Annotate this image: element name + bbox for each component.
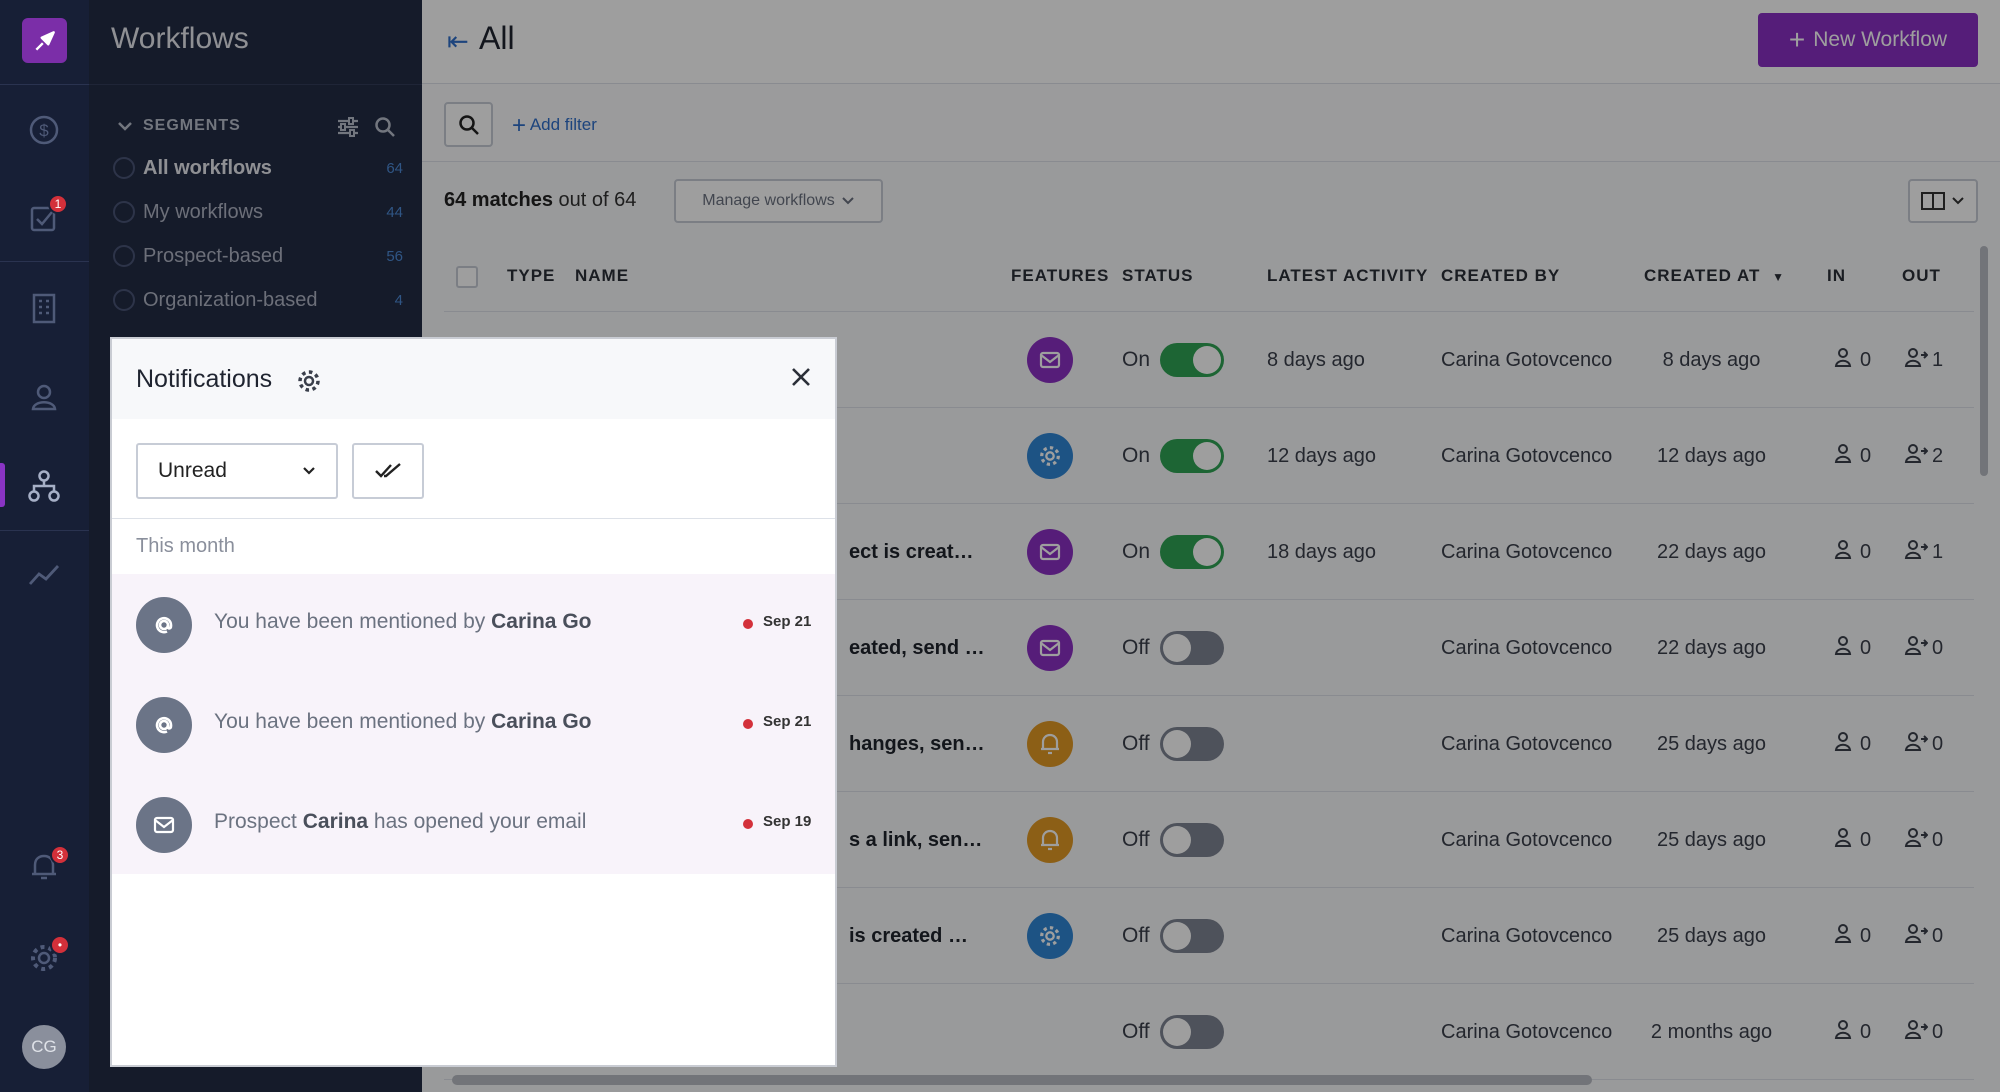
workflow-icon[interactable] [22, 464, 66, 508]
notification-item[interactable]: You have been mentioned by Carina Go Sep … [112, 574, 835, 674]
rail-divider [0, 261, 89, 262]
notifications-badge: 3 [50, 845, 70, 865]
notification-item[interactable]: Prospect Carina has opened your email Sep… [112, 774, 835, 874]
unread-dot [743, 619, 753, 629]
svg-text:$: $ [39, 121, 49, 140]
notification-filter-value: Unread [158, 459, 227, 482]
notifications-title: Notifications [136, 365, 273, 393]
close-icon[interactable] [789, 365, 813, 389]
settings-badge: • [50, 935, 70, 955]
notification-at-icon [136, 697, 192, 753]
notification-mail-icon [136, 797, 192, 853]
notification-text-pre: Prospect [214, 810, 303, 833]
chevron-down-icon [303, 467, 315, 475]
notification-text: You have been mentioned by Carina Go [214, 710, 591, 734]
notification-filter-select[interactable]: Unread [136, 443, 338, 499]
notification-text-name: Carina Go [491, 710, 592, 733]
unread-dot [743, 819, 753, 829]
analytics-icon[interactable] [22, 553, 66, 597]
notification-text-post: has opened your email [368, 810, 587, 833]
app-rail: $ 1 3 • CG [0, 0, 89, 1092]
notification-date: Sep 21 [763, 613, 812, 630]
building-icon[interactable] [22, 286, 66, 330]
notifications-header: Notifications [112, 339, 835, 419]
notification-text-name: Carina [302, 810, 369, 833]
app-logo[interactable] [22, 18, 67, 63]
mark-all-read-button[interactable] [352, 443, 424, 499]
unread-dot [743, 719, 753, 729]
notification-text-name: Carina Go [491, 610, 592, 633]
person-icon[interactable] [22, 375, 66, 419]
notification-at-icon [136, 597, 192, 653]
notification-text-pre: You have been mentioned by [214, 710, 492, 733]
tasks-badge: 1 [48, 194, 68, 214]
notification-date: Sep 21 [763, 713, 812, 730]
section-label: This month [136, 535, 235, 557]
notification-text: Prospect Carina has opened your email [214, 810, 586, 834]
notification-text-pre: You have been mentioned by [214, 610, 492, 633]
rail-divider [0, 84, 89, 85]
user-avatar[interactable]: CG [22, 1025, 66, 1069]
notification-item[interactable]: You have been mentioned by Carina Go Sep … [112, 674, 835, 774]
gear-icon[interactable] [296, 368, 322, 394]
double-check-icon [375, 463, 401, 478]
notifications-divider [112, 518, 835, 519]
notification-date: Sep 19 [763, 813, 812, 830]
dollar-icon[interactable]: $ [22, 108, 66, 152]
notification-text: You have been mentioned by Carina Go [214, 610, 591, 634]
rail-divider [0, 530, 89, 531]
notifications-panel: Notifications Unread This month You have… [110, 337, 837, 1067]
active-indicator [0, 463, 5, 507]
